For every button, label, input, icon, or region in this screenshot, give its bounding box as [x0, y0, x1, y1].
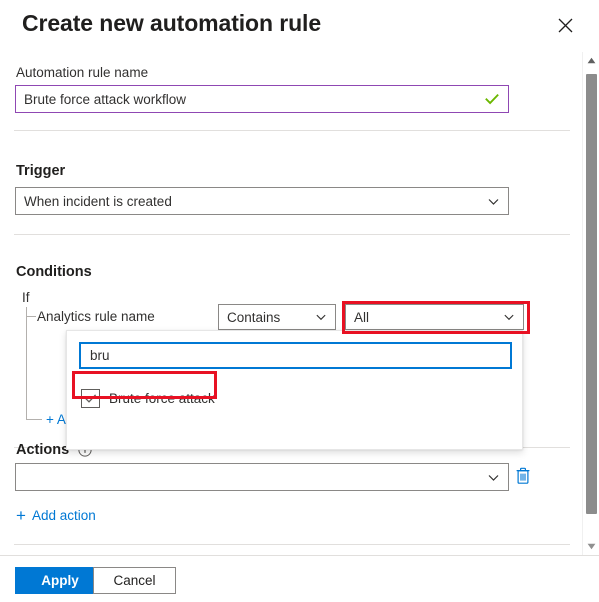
panel-footer: Apply Cancel	[0, 555, 599, 602]
tree-branch-add	[26, 419, 42, 420]
close-icon[interactable]	[553, 13, 577, 37]
vertical-scrollbar[interactable]	[582, 52, 599, 555]
chevron-down-icon	[487, 471, 500, 484]
dropdown-option-brute-force-attack[interactable]: Brute force attack	[81, 384, 215, 412]
tree-branch-condition	[26, 316, 36, 317]
chevron-down-icon	[315, 311, 327, 323]
actions-section-text: Actions	[16, 442, 70, 458]
page-title: Create new automation rule	[22, 10, 322, 36]
divider-after-name	[14, 130, 570, 131]
dropdown-option-label: Brute force attack	[109, 390, 215, 406]
add-action-label: Add action	[31, 508, 96, 523]
plus-icon: +	[16, 506, 26, 525]
automation-rule-name-input[interactable]: Brute force attack workflow	[15, 85, 509, 113]
panel-body: Automation rule name Brute force attack …	[0, 52, 599, 555]
action-select[interactable]	[15, 463, 509, 491]
automation-rule-name-label: Automation rule name	[16, 65, 149, 80]
condition-property-label: Analytics rule name	[37, 309, 155, 324]
apply-button[interactable]: Apply	[15, 567, 105, 594]
cancel-button[interactable]: Cancel	[93, 567, 176, 594]
conditions-section-label: Conditions	[16, 264, 92, 280]
dropdown-search-input[interactable]: bru	[79, 342, 512, 369]
divider-after-trigger	[14, 234, 570, 235]
condition-values-value: All	[354, 309, 370, 325]
checkbox-icon[interactable]	[81, 388, 100, 408]
trash-icon[interactable]	[512, 464, 534, 488]
trigger-select[interactable]: When incident is created	[15, 187, 509, 215]
scrollbar-thumb[interactable]	[586, 74, 597, 514]
condition-values-select[interactable]: All	[345, 304, 524, 330]
dropdown-search-value: bru	[90, 348, 110, 363]
chevron-down-icon	[487, 195, 500, 208]
checkmark-icon	[484, 91, 500, 107]
condition-operator-select[interactable]: Contains	[218, 304, 336, 330]
divider-after-actions	[14, 544, 570, 545]
condition-values-dropdown: bru Brute force attack	[66, 330, 523, 450]
trigger-section-label: Trigger	[16, 163, 66, 179]
condition-operator-value: Contains	[227, 309, 281, 325]
add-action-link[interactable]: + Add action	[16, 507, 96, 524]
panel-header: Create new automation rule	[0, 0, 599, 52]
caret-down-icon[interactable]	[583, 538, 599, 555]
if-label: If	[22, 290, 30, 305]
create-automation-rule-panel: Create new automation rule Automation ru…	[0, 0, 599, 602]
trigger-select-value: When incident is created	[24, 193, 172, 209]
chevron-down-icon	[503, 311, 515, 323]
automation-rule-name-value: Brute force attack workflow	[24, 91, 187, 107]
caret-up-icon[interactable]	[583, 52, 599, 69]
tree-vertical-line	[26, 307, 27, 420]
